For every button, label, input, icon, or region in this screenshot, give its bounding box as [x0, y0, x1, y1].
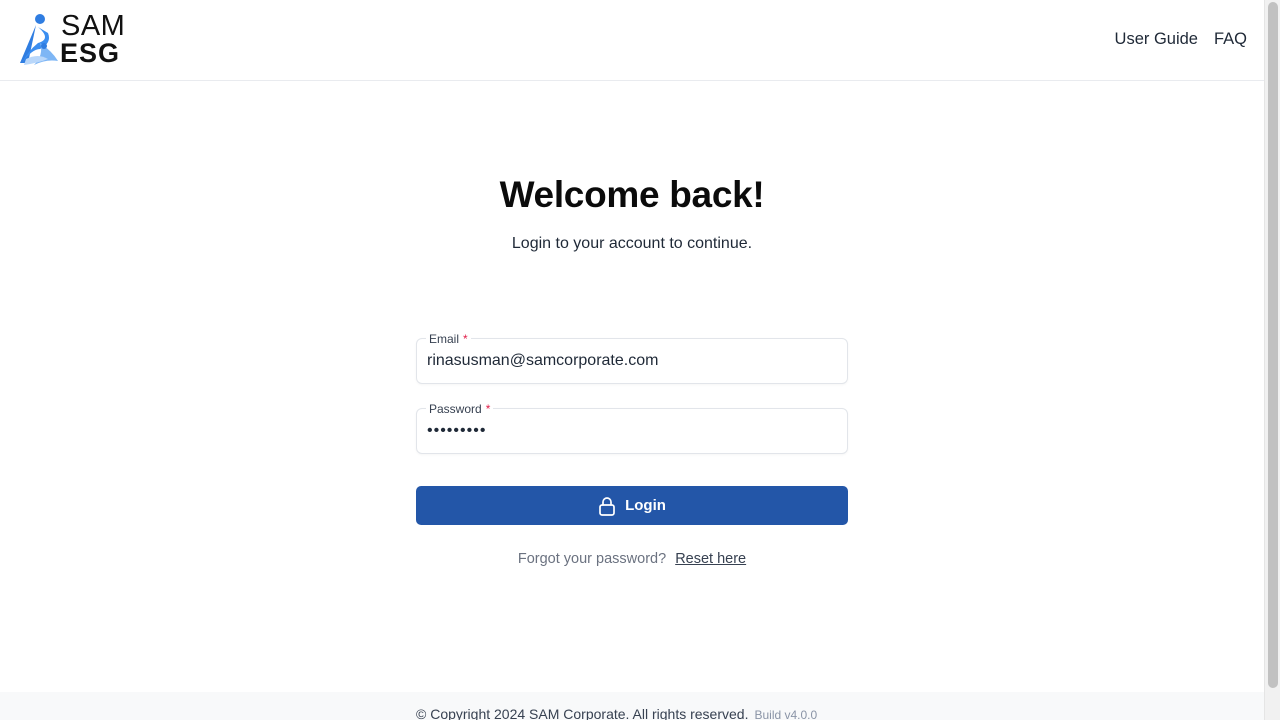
- login-page: SAM ESG User Guide FAQ Welcome back! Log…: [0, 0, 1280, 720]
- logo-mark-icon: [20, 14, 58, 65]
- forgot-password-row: Forgot your password? Reset here: [0, 551, 1264, 567]
- password-label-text: Password: [429, 402, 482, 416]
- login-button-label: Login: [625, 497, 666, 514]
- build-version: Build v4.0.0: [754, 708, 818, 720]
- forgot-password-text: Forgot your password?: [517, 551, 667, 567]
- vertical-scrollbar[interactable]: [1264, 0, 1280, 720]
- scrollbar-thumb[interactable]: [1268, 2, 1278, 688]
- email-label-text: Email: [429, 332, 460, 346]
- footer-copyright-row: © Copyright 2024 SAM Corporate. All righ…: [416, 706, 817, 720]
- sam-esg-logo[interactable]: SAM ESG: [18, 10, 144, 68]
- page-subtitle: Login to your account to continue.: [511, 235, 753, 252]
- copyright-text: © Copyright 2024 SAM Corporate. All righ…: [416, 706, 749, 720]
- password-label: Password *: [426, 402, 494, 416]
- page-footer: © Copyright 2024 SAM Corporate. All righ…: [0, 692, 1264, 720]
- nav-link-user-guide[interactable]: User Guide: [1115, 30, 1198, 49]
- email-field[interactable]: Email *: [416, 332, 848, 384]
- top-nav: User Guide FAQ: [1115, 30, 1247, 49]
- email-input[interactable]: [427, 349, 837, 373]
- top-header: SAM ESG User Guide FAQ: [0, 0, 1264, 81]
- reset-password-link[interactable]: Reset here: [675, 551, 746, 567]
- logo-text-bottom: ESG: [60, 38, 121, 68]
- required-marker: *: [485, 402, 491, 416]
- nav-link-faq[interactable]: FAQ: [1214, 30, 1247, 49]
- password-field[interactable]: Password *: [416, 402, 848, 454]
- email-label: Email *: [426, 332, 471, 346]
- lock-icon: [598, 496, 616, 516]
- password-input[interactable]: [427, 419, 837, 443]
- login-button[interactable]: Login: [416, 486, 848, 525]
- required-marker: *: [463, 332, 468, 346]
- page-title: Welcome back!: [499, 174, 765, 215]
